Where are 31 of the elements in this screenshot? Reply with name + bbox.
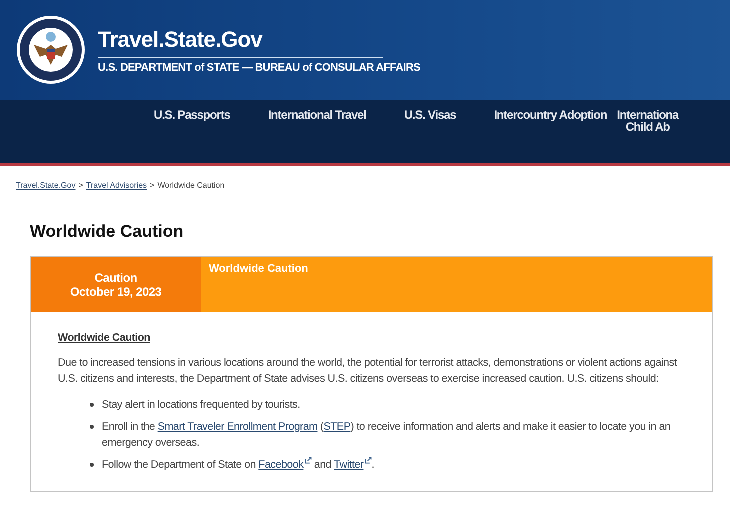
text-link[interactable]: STEP	[324, 421, 351, 433]
site-subtitle: U.S. DEPARTMENT of STATE — BUREAU of CONSULAR AFFAIRS	[98, 62, 420, 74]
alert-title: Worldwide Caution	[209, 263, 308, 275]
bullet-icon	[90, 403, 94, 407]
bullet-icon	[90, 425, 94, 429]
alert-level: Caution	[94, 270, 138, 284]
seal-icon	[16, 15, 86, 85]
body-heading: Worldwide Caution	[58, 332, 150, 344]
external-link-icon	[304, 457, 312, 464]
breadcrumb-link[interactable]: Travel.State.Gov	[16, 181, 76, 190]
breadcrumb-separator: >	[78, 181, 84, 190]
text-link[interactable]: Smart Traveler Enrollment Program	[158, 421, 318, 433]
nav-link[interactable]: Intercountry Adoption	[494, 109, 608, 121]
site-title[interactable]: Travel.State.Gov	[98, 26, 383, 58]
nav-link[interactable]: Internationa Child Ab	[617, 109, 679, 133]
nav-link[interactable]: U.S. Passports	[154, 109, 230, 121]
bullet-text: Follow the Department of State on Facebook and Twitter .	[102, 457, 374, 473]
external-link-icon	[364, 457, 372, 464]
page-title: Worldwide Caution	[30, 222, 185, 242]
alert-date: October 19, 2023	[70, 284, 162, 298]
nav-link[interactable]: International Travel	[268, 109, 366, 121]
bullet-text: Stay alert in locations frequented by tourists.	[102, 398, 300, 413]
external-link[interactable]: Facebook	[258, 459, 312, 471]
bullet-text: Enroll in the Smart Traveler Enrollment Program (STEP) to receive information and alerts and make it easier to locate you in an emergency overseas.	[102, 420, 672, 451]
bullet-icon	[90, 463, 94, 467]
breadcrumb-current: Worldwide Caution	[158, 181, 225, 190]
breadcrumb-separator: >	[150, 181, 155, 190]
breadcrumb-link[interactable]: Travel Advisories	[86, 181, 148, 190]
external-link[interactable]: Twitter	[334, 459, 372, 471]
body-paragraph: Due to increased tensions in various locations around the world, the potential for terrorist attacks, demonstrations or violent actions against U.S. citizens and interests, the Department of State advises U.S. citizens overseas to exercise increased caution. U.S. citizens should:	[58, 356, 678, 387]
nav-link[interactable]: U.S. Visas	[404, 109, 456, 121]
